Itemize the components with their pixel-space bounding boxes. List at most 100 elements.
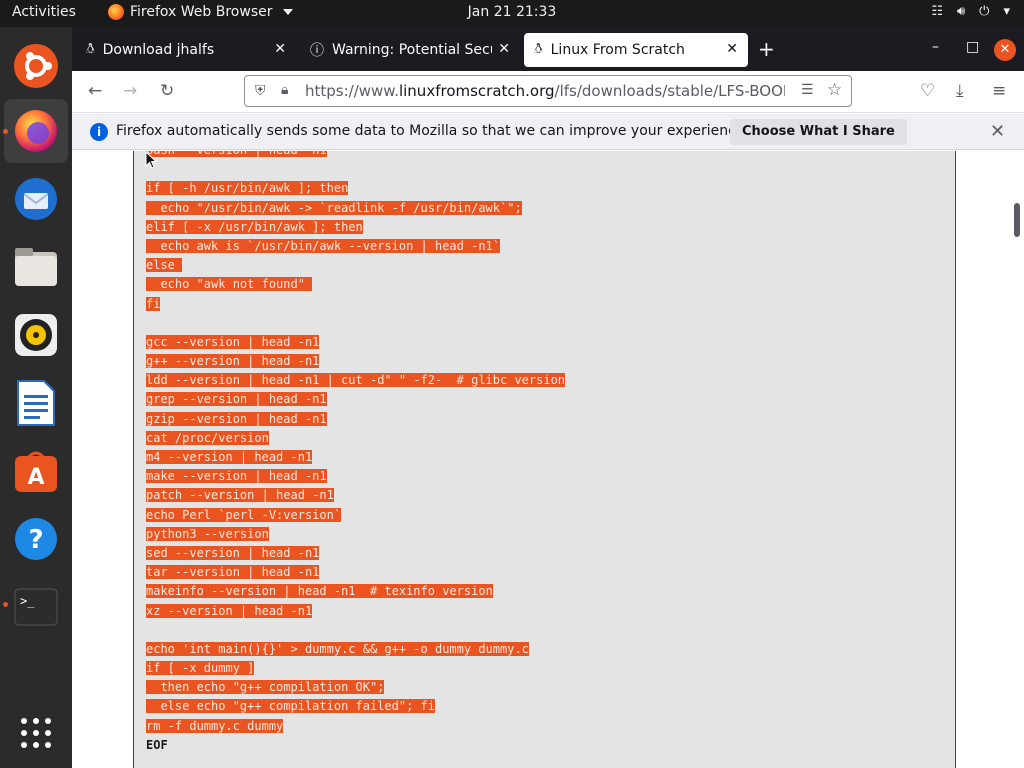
svg-text:A: A <box>27 465 44 490</box>
reader-view-icon[interactable]: ☰ <box>801 82 814 98</box>
running-indicator <box>3 602 8 607</box>
code-line: make --version | head -n1 <box>146 467 565 486</box>
code-line: python3 --version <box>146 525 565 544</box>
firefox-window: 🐧︎ Download jhalfs ✕ ⓘ Warning: Potentia… <box>72 27 1024 768</box>
ubuntu-logo-icon[interactable] <box>4 34 68 98</box>
tab-label: Warning: Potential Securi <box>332 42 492 58</box>
tab-bar: 🐧︎ Download jhalfs ✕ ⓘ Warning: Potentia… <box>72 27 1024 71</box>
dock: A ? >_ <box>0 27 72 768</box>
selected-code-text: grep --version | head -n1 <box>146 392 327 407</box>
tab-warning[interactable]: ⓘ Warning: Potential Securi ✕ <box>300 33 520 67</box>
back-icon[interactable]: ← <box>88 81 102 101</box>
chevron-down-icon: ▾ <box>1003 4 1010 19</box>
selected-code-text: echo Perl `perl -V:version` <box>146 507 342 522</box>
code-line: echo "awk not found" <box>146 275 565 294</box>
bookmark-star-icon[interactable]: ☆ <box>827 80 842 100</box>
selected-code-text: if [ -x dummy ] <box>146 661 255 676</box>
code-line: echo awk is `/usr/bin/awk --version | he… <box>146 237 565 256</box>
close-tab-icon[interactable]: ✕ <box>498 41 510 57</box>
close-notification-icon[interactable]: ✕ <box>990 121 1005 142</box>
new-tab-icon[interactable]: + <box>758 37 775 61</box>
code-line: then echo "g++ compilation OK"; <box>146 678 565 697</box>
lock-icon[interactable]: 🔒︎ <box>281 82 288 98</box>
selected-code-text: echo "/usr/bin/awk -> `readlink -f /usr/… <box>146 200 522 215</box>
tux-favicon-icon: 🐧︎ <box>86 41 95 57</box>
notification-message: Firefox automatically sends some data to… <box>116 123 749 139</box>
selected-code-text: sed --version | head -n1 <box>146 545 320 560</box>
code-line: else echo "g++ compilation failed"; fi <box>146 697 565 716</box>
code-line: patch --version | head -n1 <box>146 486 565 505</box>
files-icon[interactable] <box>4 235 68 299</box>
code-line: echo "/usr/bin/awk -> `readlink -f /usr/… <box>146 199 565 218</box>
help-icon[interactable]: ? <box>4 507 68 571</box>
selected-code-text: echo 'int main(){}' > dummy.c && g++ -o … <box>146 641 529 656</box>
selected-code-text: then echo "g++ compilation OK"; <box>146 680 385 695</box>
code-lines: bash --version | head -n1 if [ -h /usr/bi… <box>146 151 566 755</box>
hamburger-menu-icon[interactable]: ≡ <box>992 81 1006 101</box>
chevron-down-icon <box>282 9 293 15</box>
system-menu[interactable]: ☷ 🔊︎ ⏻ ▾ <box>931 4 1010 19</box>
code-line: ldd --version | head -n1 | cut -d" " -f2… <box>146 371 566 390</box>
activities-button[interactable]: Activities <box>12 4 76 20</box>
page-content: bash --version | head -n1 if [ -h /usr/bi… <box>72 151 1024 768</box>
tux-favicon-icon: 🐧︎ <box>534 41 543 57</box>
telemetry-notification-bar: i Firefox automatically sends some data … <box>72 114 1024 150</box>
selected-code-text: else echo "g++ compilation failed"; fi <box>146 699 435 714</box>
libreoffice-writer-icon[interactable] <box>4 371 68 435</box>
selected-code-text: makeinfo --version | head -n1 # texinfo … <box>146 584 493 599</box>
selected-code-text: gcc --version | head -n1 <box>146 334 320 349</box>
maximize-icon[interactable]: □ <box>966 39 979 55</box>
show-apps-icon[interactable] <box>4 701 68 765</box>
terminal-icon[interactable]: >_ <box>4 575 68 639</box>
tab-linux-from-scratch[interactable]: 🐧︎ Linux From Scratch ✕ <box>524 33 748 67</box>
firefox-icon[interactable] <box>4 99 68 163</box>
close-tab-icon[interactable]: ✕ <box>274 41 286 57</box>
pocket-icon[interactable]: ♡ <box>920 81 935 101</box>
selected-code-text: rm -f dummy.c dummy <box>146 718 284 733</box>
selected-code-text: if [ -h /usr/bin/awk ]; then <box>146 181 349 196</box>
selected-code-text: else <box>146 258 183 273</box>
tab-download-jhalfs[interactable]: 🐧︎ Download jhalfs ✕ <box>76 33 296 67</box>
code-line: makeinfo --version | head -n1 # texinfo … <box>146 582 565 601</box>
downloads-icon[interactable]: ⤓ <box>956 81 964 101</box>
selected-code-text: echo "awk not found" <box>146 277 313 292</box>
minimize-icon[interactable]: – <box>932 39 939 55</box>
info-favicon-icon: ⓘ <box>310 43 324 59</box>
firefox-icon <box>108 4 124 20</box>
navigation-toolbar: ← → ↻ ⛨ 🔒︎ https://www.linuxfromscratch.… <box>72 71 1024 113</box>
clock[interactable]: Jan 21 21:33 <box>468 4 557 20</box>
close-window-icon[interactable]: ✕ <box>994 39 1016 61</box>
scrollbar[interactable] <box>1014 203 1020 237</box>
selected-code-text: cat /proc/version <box>146 430 269 445</box>
url-bar[interactable]: ⛨ 🔒︎ https://www.linuxfromscratch.org/lf… <box>244 75 852 107</box>
code-line: rm -f dummy.c dummy <box>146 717 565 736</box>
code-block: bash --version | head -n1 if [ -h /usr/bi… <box>133 151 956 768</box>
close-tab-icon[interactable]: ✕ <box>726 41 738 57</box>
rhythmbox-icon[interactable] <box>4 303 68 367</box>
thunderbird-icon[interactable] <box>4 167 68 231</box>
selected-code-text: gzip --version | head -n1 <box>146 411 327 426</box>
code-line: EOF <box>146 736 565 755</box>
selected-code-text: ldd --version | head -n1 | cut -d" " -f2… <box>146 373 566 388</box>
mouse-cursor-icon <box>145 151 157 169</box>
svg-text:?: ? <box>28 525 43 555</box>
reload-icon[interactable]: ↻ <box>160 81 174 101</box>
gnome-top-bar: Activities Firefox Web Browser Jan 21 21… <box>0 0 1024 27</box>
choose-what-i-share-button[interactable]: Choose What I Share <box>730 119 907 145</box>
code-line: fi <box>146 295 565 314</box>
selected-code-text: bash --version | head -n1 <box>146 151 327 157</box>
code-line: gcc --version | head -n1 <box>146 333 565 352</box>
code-line: echo Perl `perl -V:version` <box>146 506 565 525</box>
tracking-shield-icon[interactable]: ⛨ <box>255 83 266 99</box>
forward-icon[interactable]: → <box>123 81 137 101</box>
code-line: else <box>146 256 565 275</box>
selected-code-text: patch --version | head -n1 <box>146 488 334 503</box>
ubuntu-software-icon[interactable]: A <box>4 439 68 503</box>
url-text[interactable]: https://www.linuxfromscratch.org/lfs/dow… <box>305 82 785 100</box>
app-menu[interactable]: Firefox Web Browser <box>108 4 293 20</box>
code-line: cat /proc/version <box>146 429 565 448</box>
power-icon: ⏻ <box>979 4 990 19</box>
